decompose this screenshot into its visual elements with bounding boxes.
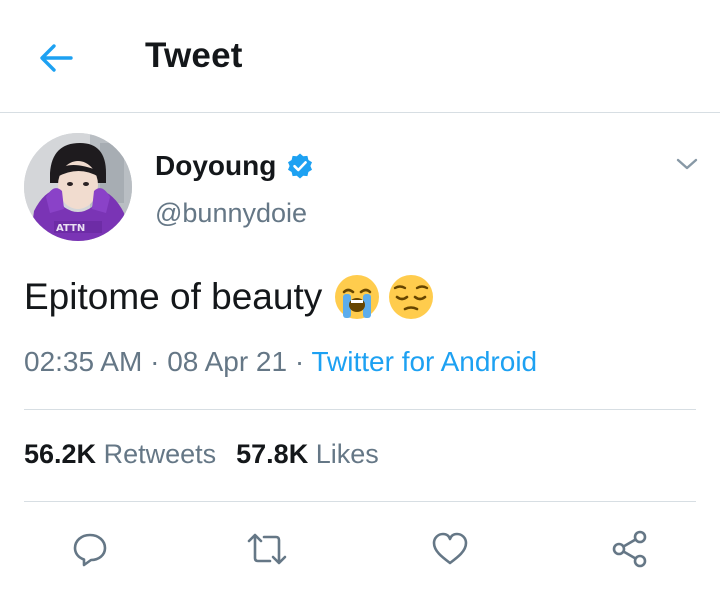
share-button[interactable] <box>608 527 652 571</box>
tweet-meta: 02:35 AM · 08 Apr 21 · Twitter for Andro… <box>24 346 537 378</box>
avatar[interactable]: ATTN <box>24 133 132 241</box>
tweet-date: 08 Apr 21 <box>167 346 288 377</box>
like-button[interactable] <box>428 527 472 571</box>
arrow-left-icon <box>40 44 73 72</box>
pensive-face-icon <box>386 272 436 322</box>
user-handle[interactable]: @bunnydoie <box>155 198 307 229</box>
tweet-time: 02:35 AM <box>24 346 143 377</box>
like-icon <box>432 532 468 565</box>
retweets-stat[interactable]: 56.2K Retweets <box>24 439 216 469</box>
display-name[interactable]: Doyoung <box>155 150 276 182</box>
retweets-count: 56.2K <box>24 439 97 469</box>
reply-button[interactable] <box>68 527 112 571</box>
retweet-icon <box>247 533 287 565</box>
author-name-row[interactable]: Doyoung <box>155 150 314 182</box>
likes-count: 57.8K <box>236 439 309 469</box>
divider <box>24 409 696 410</box>
page-title: Tweet <box>145 36 243 75</box>
likes-label: Likes <box>315 439 379 469</box>
tweet-text-row: Epitome of beauty <box>24 272 436 322</box>
likes-stat[interactable]: 57.8K Likes <box>236 439 379 469</box>
share-icon <box>612 530 647 568</box>
tweet-stats: 56.2K Retweets 57.8K Likes <box>24 439 379 470</box>
divider <box>24 501 696 502</box>
tweet-text: Epitome of beauty <box>24 276 323 317</box>
retweet-button[interactable] <box>245 527 289 571</box>
verified-badge-icon <box>286 152 314 180</box>
chevron-down-icon <box>676 158 698 170</box>
tweet-client-link[interactable]: Twitter for Android <box>311 346 537 377</box>
back-button[interactable] <box>34 38 78 78</box>
loudly-crying-face-icon <box>332 272 382 322</box>
reply-icon <box>73 533 107 567</box>
meta-separator: · <box>287 346 312 377</box>
top-bar: Tweet <box>0 0 720 113</box>
avatar-shirt-text: ATTN <box>56 223 85 234</box>
tweet-options-button[interactable] <box>670 150 704 178</box>
meta-separator: · <box>142 346 168 377</box>
retweets-label: Retweets <box>103 439 217 469</box>
